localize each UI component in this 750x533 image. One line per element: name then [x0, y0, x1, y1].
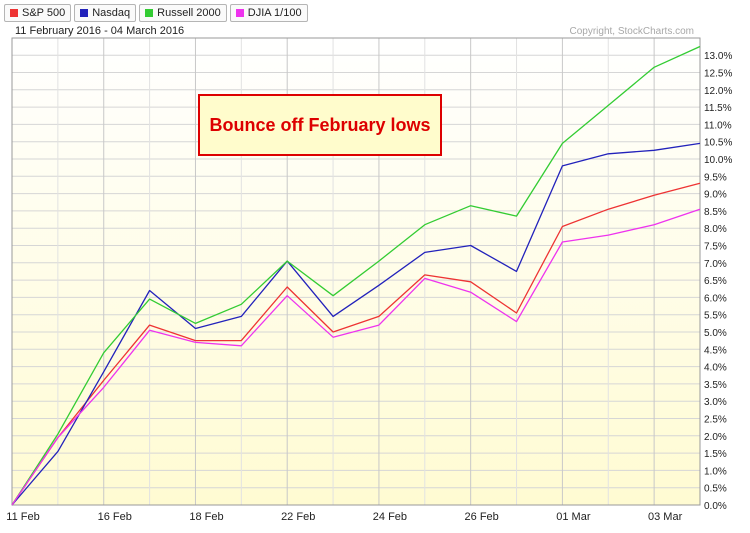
- line-chart: 0.0% 0.5% 1.0% 1.5% 2.0% 2.5% 3.0% 3.5% 4.0% 4.5%…: [6, 25, 732, 523]
- y-tick-label: 13.0%: [704, 51, 732, 62]
- x-tick-label: 01 Mar: [556, 511, 591, 523]
- y-tick-label: 12.0%: [704, 86, 732, 97]
- y-tick-label: 4.5%: [704, 345, 727, 356]
- y-tick-label: 2.5%: [704, 415, 727, 426]
- x-tick-label: 03 Mar: [648, 511, 683, 523]
- y-tick-label: 5.0%: [704, 328, 727, 339]
- x-tick-label: 26 Feb: [465, 511, 499, 523]
- y-tick-label: 9.0%: [704, 190, 727, 201]
- y-tick-label: 0.0%: [704, 501, 727, 512]
- y-tick-label: 11.5%: [704, 103, 732, 114]
- y-tick-label: 7.0%: [704, 259, 727, 270]
- annotation-text: Bounce off February lows: [209, 115, 430, 135]
- y-axis: 0.0% 0.5% 1.0% 1.5% 2.0% 2.5% 3.0% 3.5% 4.0% 4.5%…: [704, 51, 732, 512]
- y-tick-label: 6.5%: [704, 276, 727, 287]
- y-tick-label: 8.5%: [704, 207, 727, 218]
- y-tick-label: 10.5%: [704, 138, 732, 149]
- y-tick-label: 1.0%: [704, 466, 727, 477]
- y-tick-label: 4.0%: [704, 363, 727, 374]
- y-tick-label: 3.0%: [704, 397, 727, 408]
- y-tick-label: 12.5%: [704, 69, 732, 80]
- y-tick-label: 11.0%: [704, 120, 732, 131]
- x-tick-label: 22 Feb: [281, 511, 315, 523]
- y-tick-label: 0.5%: [704, 484, 727, 495]
- y-tick-label: 2.0%: [704, 432, 727, 443]
- x-tick-label: 16 Feb: [98, 511, 132, 523]
- x-axis: 11 Feb 16 Feb 18 Feb 22 Feb 24 Feb 26 Feb 01 M…: [6, 511, 682, 523]
- date-range: 11 February 2016 - 04 March 2016: [15, 25, 184, 37]
- x-tick-label: 24 Feb: [373, 511, 407, 523]
- y-tick-label: 9.5%: [704, 172, 727, 183]
- y-tick-label: 5.5%: [704, 311, 727, 322]
- y-tick-label: 8.0%: [704, 224, 727, 235]
- x-tick-label: 11 Feb: [6, 511, 39, 523]
- x-tick-label: 18 Feb: [189, 511, 223, 523]
- y-tick-label: 3.5%: [704, 380, 727, 391]
- y-tick-label: 1.5%: [704, 449, 727, 460]
- copyright: Copyright, StockCharts.com: [570, 26, 695, 37]
- y-tick-label: 10.0%: [704, 155, 732, 166]
- y-tick-label: 7.5%: [704, 242, 727, 253]
- y-tick-label: 6.0%: [704, 293, 727, 304]
